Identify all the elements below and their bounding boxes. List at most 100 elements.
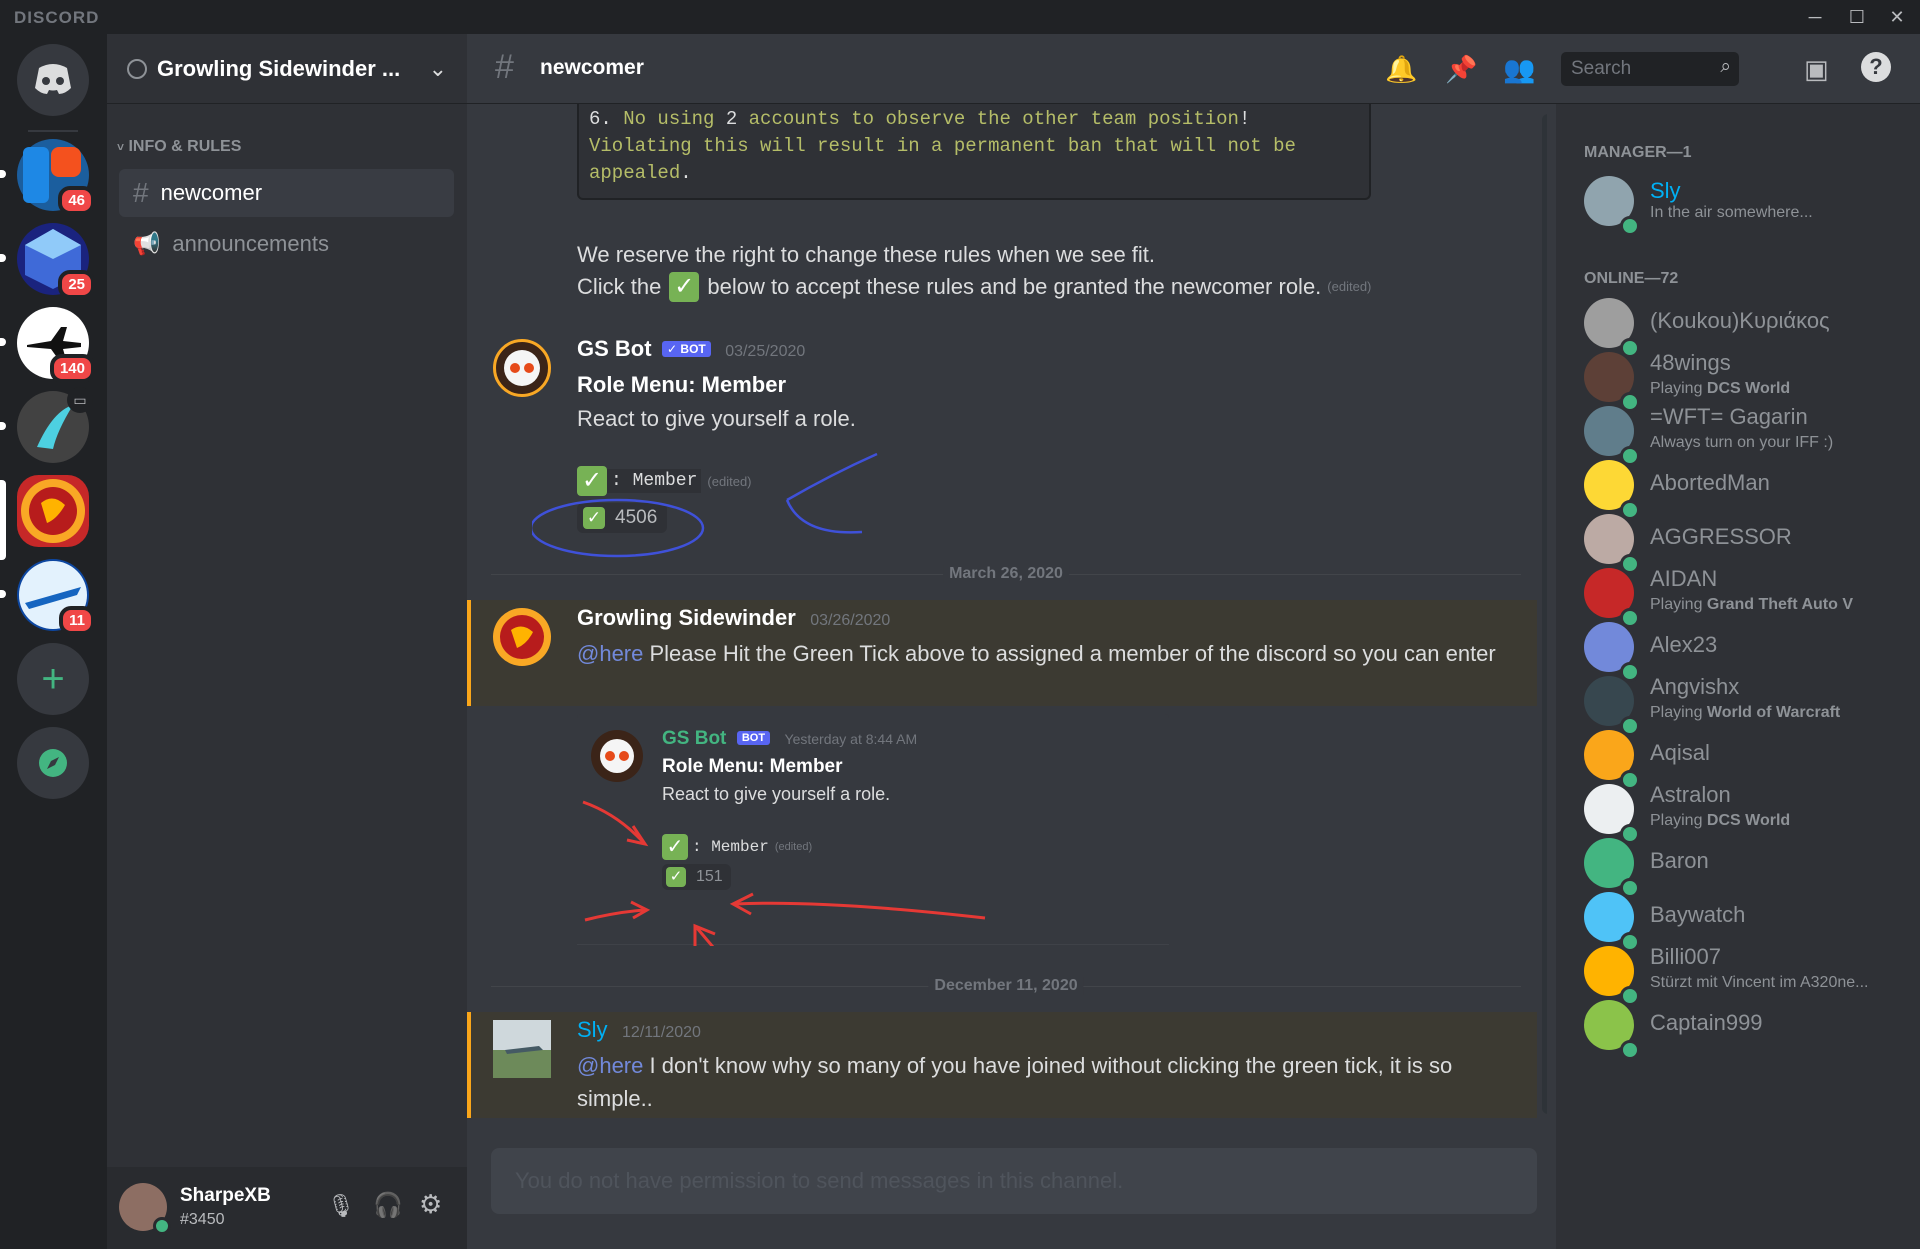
- owner-message-header: Growling Sidewinder 03/26/2020: [577, 605, 890, 631]
- server-icon-4[interactable]: ▭: [17, 387, 93, 463]
- member-name: =WFT= Gagarin: [1650, 404, 1808, 429]
- member-activity: Playing DCS World: [1650, 812, 1791, 829]
- owner-message-text: @here Please Hit the Green Tick above to…: [577, 641, 1496, 666]
- member-name: Angvishx: [1650, 674, 1740, 699]
- member-activity: Playing World of Warcraft: [1650, 704, 1841, 721]
- role-menu-body: React to give yourself a role.: [577, 406, 856, 431]
- author-name[interactable]: GS Bot: [577, 336, 652, 361]
- server-icon-3[interactable]: 140: [17, 307, 95, 383]
- member-name: Astralon: [1650, 782, 1731, 807]
- member-row[interactable]: AbortedMan: [1584, 456, 1914, 520]
- member-row[interactable]: Angvishx Playing World of Warcraft: [1584, 672, 1914, 736]
- stream-icon: ▭: [67, 387, 93, 413]
- member-row[interactable]: (Koukou)Κυριάκος: [1584, 294, 1914, 358]
- server-rail: 46 25 140 ▭ 11 +: [0, 34, 107, 1249]
- date-divider: March 26, 2020: [491, 565, 1521, 583]
- server-icon-growling-sidewinder[interactable]: [17, 475, 89, 547]
- server-icon-1[interactable]: 46: [17, 139, 95, 215]
- member-name: Billi007: [1650, 944, 1721, 969]
- here-mention[interactable]: @here: [577, 1053, 643, 1078]
- message-list: 6. No using 2 accounts to observe the ot…: [467, 104, 1547, 1249]
- member-activity: Playing Grand Theft Auto V: [1650, 596, 1853, 613]
- attached-screenshot[interactable]: GS Bot BOT Yesterday at 8:44 AM Role Men…: [577, 714, 1169, 946]
- hashtag-icon: #: [495, 48, 514, 86]
- headphones-icon[interactable]: 🎧: [373, 1191, 403, 1220]
- member-row[interactable]: Astralon Playing DCS World: [1584, 780, 1914, 844]
- help-icon[interactable]: ?: [1861, 52, 1891, 82]
- member-row[interactable]: Baron: [1584, 834, 1914, 898]
- server-icon-2[interactable]: 25: [17, 223, 95, 299]
- add-server-icon[interactable]: +: [17, 643, 89, 715]
- member-row[interactable]: Captain999: [1584, 996, 1914, 1060]
- member-row[interactable]: Baywatch: [1584, 888, 1914, 952]
- pin-icon[interactable]: 📌: [1445, 54, 1477, 85]
- channel-header: # newcomer 🔔 📌 👥 Search ⌕ ▣ ?: [467, 34, 1920, 104]
- search-icon: ⌕: [1720, 56, 1731, 77]
- close-icon[interactable]: ✕: [1878, 4, 1916, 30]
- server-icon-6[interactable]: 11: [17, 559, 95, 635]
- home-button[interactable]: [17, 44, 89, 116]
- member-row[interactable]: AGGRESSOR: [1584, 510, 1914, 574]
- mention-badge: 46: [58, 186, 95, 215]
- server-boost-icon: [127, 58, 147, 79]
- avatar[interactable]: [119, 1183, 171, 1235]
- explore-servers-button[interactable]: [17, 727, 89, 799]
- avatar: [1584, 1000, 1640, 1060]
- checkmark-emoji-icon: ✓: [669, 271, 700, 302]
- channel-title: newcomer: [540, 56, 644, 79]
- avatar: [1584, 460, 1640, 520]
- role-header-manager: MANAGER—1: [1584, 144, 1692, 161]
- author-name[interactable]: Sly: [577, 1017, 608, 1042]
- guild-header[interactable]: Growling Sidewinder ... ⌄: [107, 34, 467, 104]
- avatar: [1584, 784, 1640, 844]
- search-input[interactable]: Search ⌕: [1561, 52, 1739, 86]
- avatar: [1584, 622, 1640, 682]
- owner-avatar[interactable]: [493, 608, 551, 666]
- member-name: AGGRESSOR: [1650, 524, 1792, 549]
- notification-bell-icon[interactable]: 🔔: [1385, 54, 1417, 85]
- mention-badge: 25: [58, 270, 95, 299]
- chevron-down-icon: ˅: [117, 140, 125, 154]
- scrollbar[interactable]: [1542, 114, 1547, 1114]
- settings-gear-icon[interactable]: ⚙: [419, 1189, 442, 1220]
- maximize-icon[interactable]: ☐: [1838, 4, 1876, 30]
- minimize-icon[interactable]: ─: [1796, 4, 1834, 30]
- category-info-rules[interactable]: ˅ INFO & RULES: [117, 138, 241, 156]
- member-row[interactable]: =WFT= Gagarin Always turn on your IFF :): [1584, 402, 1914, 466]
- channel-newcomer[interactable]: # newcomer: [119, 169, 454, 217]
- member-name: (Koukou)Κυριάκος: [1650, 308, 1830, 333]
- status-online-icon: [1620, 1040, 1640, 1060]
- status-online-icon: [153, 1217, 171, 1235]
- member-row[interactable]: Billi007 Stürzt mit Vincent im A320ne...: [1584, 942, 1914, 1006]
- avatar: [1584, 568, 1640, 628]
- sly-avatar[interactable]: [493, 1020, 551, 1078]
- here-mention[interactable]: @here: [577, 641, 643, 666]
- chevron-down-icon[interactable]: ⌄: [429, 56, 447, 82]
- discord-wordmark: DISCORD: [14, 8, 100, 27]
- timestamp: 03/26/2020: [810, 612, 891, 629]
- avatar: [1584, 352, 1640, 412]
- member-row[interactable]: Aqisal: [1584, 726, 1914, 790]
- bot-message-header: GS Bot ✓ BOT 03/25/2020: [577, 336, 805, 362]
- hashtag-icon: #: [133, 177, 149, 208]
- member-row[interactable]: 48wings Playing DCS World: [1584, 348, 1914, 412]
- channel-announcements[interactable]: 📢 announcements: [119, 220, 454, 268]
- member-list: MANAGER—1 Sly In the air somewhere... ON…: [1556, 104, 1920, 1249]
- member-list-icon[interactable]: 👥: [1503, 54, 1535, 85]
- member-row[interactable]: AIDAN Playing Grand Theft Auto V: [1584, 564, 1914, 628]
- member-name: Aqisal: [1650, 740, 1710, 765]
- rules-line-2: Click the ✓ below to accept these rules …: [577, 271, 1372, 302]
- sly-message-text: @here I don't know why so many of you ha…: [577, 1053, 1453, 1111]
- member-row[interactable]: Sly In the air somewhere...: [1584, 172, 1914, 236]
- author-name[interactable]: Growling Sidewinder: [577, 605, 796, 630]
- microphone-icon[interactable]: 🎙: [327, 1193, 355, 1219]
- member-name: Alex23: [1650, 632, 1718, 657]
- unread-indicator: [0, 590, 6, 598]
- inbox-icon[interactable]: ▣: [1804, 54, 1829, 85]
- bot-avatar[interactable]: [493, 339, 551, 397]
- member-name: Baron: [1650, 848, 1709, 873]
- member-row[interactable]: Alex23: [1584, 618, 1914, 682]
- member-name: AIDAN: [1650, 566, 1718, 591]
- bot-badge: ✓ BOT: [662, 341, 711, 357]
- member-name: Baywatch: [1650, 902, 1746, 927]
